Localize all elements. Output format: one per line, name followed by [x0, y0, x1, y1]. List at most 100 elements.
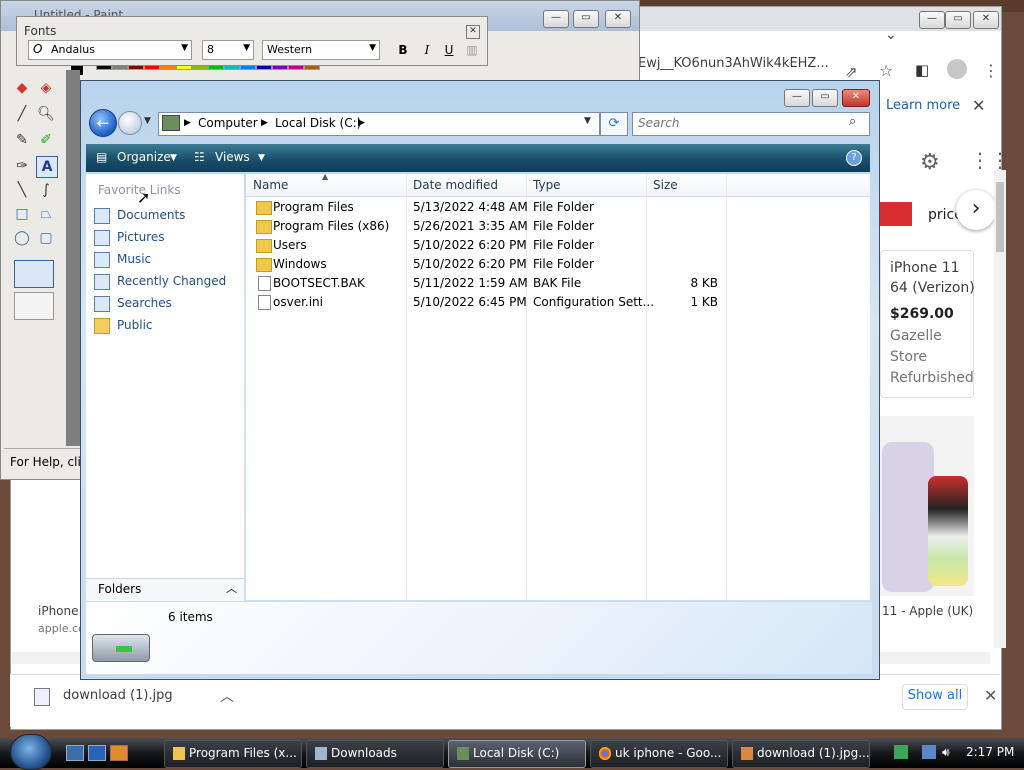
- gear-icon[interactable]: ⚙: [920, 150, 940, 175]
- favorite-label: Pictures: [117, 230, 165, 244]
- chevron-up-icon[interactable]: ︿: [220, 686, 234, 706]
- pencil-icon[interactable]: ✎: [12, 130, 32, 150]
- address-bar-url[interactable]: UKEwj__KO6nun3AhWik4kEHZ...: [620, 56, 829, 71]
- chrome-maximize-button[interactable]: ▭: [945, 11, 971, 29]
- show-desktop-icon[interactable]: [66, 745, 84, 761]
- volume-icon[interactable]: 🔊︎: [942, 745, 956, 759]
- text-tool-icon[interactable]: A: [36, 156, 58, 178]
- font-script-select[interactable]: Western ▼: [262, 40, 380, 60]
- breadcrumb-local-disk[interactable]: Local Disk (C:): [275, 116, 361, 130]
- show-all-button[interactable]: Show all: [902, 684, 968, 710]
- share-icon[interactable]: ⇗: [845, 63, 858, 81]
- fonts-close-icon[interactable]: ✕: [466, 25, 480, 39]
- eyedropper-icon[interactable]: ╱: [12, 104, 32, 124]
- file-name[interactable]: osver.ini: [273, 295, 323, 309]
- back-button[interactable]: ←: [89, 109, 117, 137]
- quicklaunch-app-icon[interactable]: [110, 745, 128, 761]
- side-panel-icon[interactable]: ◧: [915, 61, 929, 79]
- explorer-maximize-button[interactable]: ▭: [812, 89, 838, 107]
- ellipse-icon[interactable]: ◯: [12, 228, 32, 248]
- file-name[interactable]: Program Files (x86): [273, 219, 389, 233]
- switch-windows-icon[interactable]: [88, 745, 106, 761]
- transparent-option-icon[interactable]: [14, 292, 54, 320]
- vertical-text-icon[interactable]: ▥: [463, 42, 481, 58]
- learn-more-link[interactable]: Learn more: [886, 98, 960, 113]
- breadcrumb-separator-icon[interactable]: ▶: [358, 118, 365, 128]
- views-icon[interactable]: ☷: [194, 150, 205, 164]
- paint-close-button[interactable]: ✕: [605, 10, 631, 28]
- tray-app-icon[interactable]: [894, 745, 908, 759]
- chrome-minimize-button[interactable]: —: [919, 11, 945, 29]
- file-name[interactable]: Program Files: [273, 200, 354, 214]
- taskbar-item-downloads[interactable]: Downloads: [306, 740, 444, 768]
- taskbar-item-program-files[interactable]: Program Files (x...: [164, 740, 302, 768]
- column-name[interactable]: Name: [253, 178, 288, 192]
- file-name[interactable]: BOOTSECT.BAK: [273, 276, 365, 290]
- close-downloads-icon[interactable]: ✕: [984, 686, 997, 705]
- network-icon[interactable]: [922, 745, 936, 759]
- fill-icon[interactable]: ◈: [36, 78, 56, 98]
- font-size-select[interactable]: 8 ▼: [202, 40, 254, 60]
- opaque-option-icon[interactable]: [14, 260, 54, 288]
- airbrush-icon[interactable]: ✑: [12, 156, 32, 176]
- taskbar-item-local-disk[interactable]: Local Disk (C:): [448, 740, 586, 768]
- font-name-select[interactable]: O Andalus ▼: [28, 40, 192, 60]
- breadcrumb-computer[interactable]: Computer: [198, 116, 258, 130]
- line-icon[interactable]: ╲: [12, 180, 32, 200]
- apps-grid-icon[interactable]: ⋮⋮: [970, 148, 1010, 172]
- bold-button[interactable]: B: [394, 42, 412, 58]
- magnifier-icon[interactable]: 🔍︎: [36, 104, 56, 124]
- file-name[interactable]: Users: [273, 238, 307, 252]
- eraser-icon[interactable]: ◆: [12, 78, 32, 98]
- explorer-minimize-button[interactable]: —: [784, 89, 810, 107]
- italic-button[interactable]: I: [418, 42, 436, 58]
- start-button[interactable]: [10, 734, 52, 770]
- chrome-tab-list-icon[interactable]: ⌄: [885, 27, 897, 43]
- refresh-icon[interactable]: ⟳: [600, 112, 628, 136]
- column-type[interactable]: Type: [533, 178, 561, 192]
- clock[interactable]: 2:17 PM: [966, 745, 1014, 759]
- paint-minimize-button[interactable]: —: [543, 10, 569, 28]
- image-caption-left[interactable]: iPhone: [38, 604, 79, 618]
- views-button[interactable]: Views: [215, 150, 250, 164]
- search-folder-icon: [94, 296, 110, 312]
- product-title[interactable]: iPhone 11 64 (Verizon): [890, 258, 980, 298]
- recent-pages-dropdown-icon[interactable]: ▼: [144, 116, 151, 126]
- underline-button[interactable]: U: [440, 42, 458, 58]
- help-icon[interactable]: ?: [846, 150, 862, 166]
- rounded-rect-icon[interactable]: ▢: [36, 228, 56, 248]
- search-icon[interactable]: ⌕: [849, 114, 856, 129]
- taskbar-item-chrome[interactable]: uk iphone - Goo...: [590, 740, 728, 768]
- close-icon[interactable]: ✕: [972, 96, 985, 115]
- chevron-down-icon[interactable]: ▼: [258, 153, 265, 163]
- forward-button[interactable]: [118, 111, 142, 135]
- profile-avatar[interactable]: [947, 59, 967, 79]
- image-caption[interactable]: 11 - Apple (UK): [882, 604, 973, 618]
- brush-icon[interactable]: ✐: [36, 130, 56, 150]
- iphone-image[interactable]: [878, 416, 974, 596]
- address-dropdown-icon[interactable]: ▼: [584, 116, 591, 126]
- chrome-close-button[interactable]: ✕: [973, 11, 999, 29]
- breadcrumb-separator-icon[interactable]: ▶: [184, 118, 191, 128]
- column-date-modified[interactable]: Date modified: [413, 178, 498, 192]
- mouse-cursor-icon: ➚: [137, 188, 151, 207]
- download-filename[interactable]: download (1).jpg: [63, 688, 173, 703]
- organize-button[interactable]: Organize: [117, 150, 171, 164]
- paint-canvas-area[interactable]: [66, 70, 80, 446]
- rectangle-icon[interactable]: □: [12, 204, 32, 224]
- file-name[interactable]: Windows: [273, 257, 327, 271]
- paint-maximize-button[interactable]: ▭: [573, 10, 599, 28]
- scrollbar-thumb[interactable]: [996, 182, 1004, 252]
- chrome-menu-icon[interactable]: ⋮: [983, 61, 999, 80]
- chevron-down-icon[interactable]: ▼: [170, 153, 177, 163]
- star-icon[interactable]: ☆: [879, 61, 893, 80]
- next-arrow-button[interactable]: ›: [956, 190, 996, 230]
- organize-icon[interactable]: ▤: [96, 150, 107, 164]
- polygon-icon[interactable]: ⏢: [36, 204, 56, 224]
- chevron-up-icon[interactable]: ︿: [226, 580, 237, 596]
- explorer-close-button[interactable]: ✕: [842, 89, 870, 107]
- curve-icon[interactable]: ∫: [36, 180, 56, 200]
- breadcrumb-separator-icon[interactable]: ▶: [261, 118, 268, 128]
- column-size[interactable]: Size: [653, 178, 678, 192]
- taskbar-item-paint[interactable]: download (1).jpg...: [732, 740, 870, 768]
